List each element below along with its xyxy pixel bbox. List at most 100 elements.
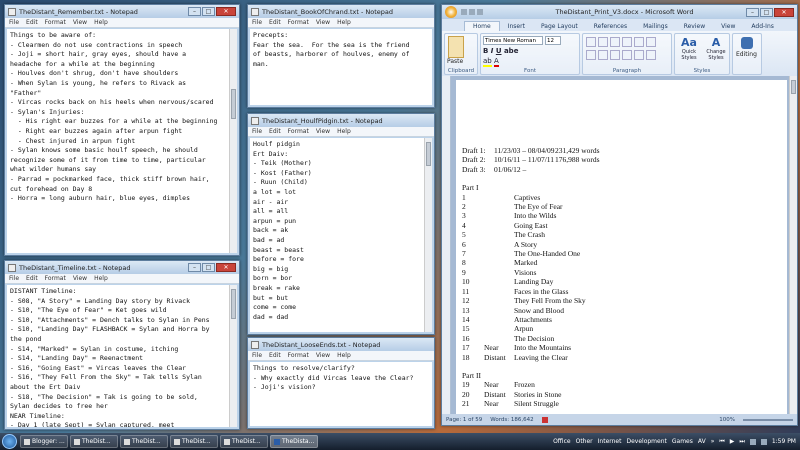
- align-left-icon[interactable]: [586, 50, 596, 60]
- save-icon[interactable]: [461, 9, 467, 15]
- scrollbar[interactable]: [229, 29, 237, 253]
- text-area[interactable]: DISTANT Timeline: - S08, "A Story" = Land…: [7, 285, 229, 427]
- tab-references[interactable]: References: [586, 22, 635, 31]
- close-button[interactable]: ✕: [216, 7, 236, 16]
- underline-button[interactable]: U: [496, 47, 502, 55]
- minimize-button[interactable]: –: [188, 263, 201, 272]
- scroll-thumb[interactable]: [231, 89, 236, 119]
- align-center-icon[interactable]: [598, 50, 608, 60]
- task-notepad-3[interactable]: TheDist...: [170, 435, 218, 448]
- task-notepad-2[interactable]: TheDist...: [120, 435, 168, 448]
- title-bar[interactable]: TheDistant_Timeline.txt - Notepad – □ ✕: [5, 261, 239, 274]
- justify-icon[interactable]: [622, 50, 632, 60]
- close-button[interactable]: ✕: [216, 263, 236, 272]
- menu-help[interactable]: Help: [337, 352, 351, 359]
- shading-icon[interactable]: [646, 50, 656, 60]
- title-bar[interactable]: TheDistant_Remember.txt - Notepad – □ ✕: [5, 5, 239, 18]
- undo-icon[interactable]: [469, 9, 475, 15]
- zoom-level[interactable]: 100%: [719, 417, 735, 423]
- editing-group[interactable]: Editing: [732, 33, 762, 75]
- scroll-thumb[interactable]: [231, 289, 236, 319]
- menu-view[interactable]: View: [73, 19, 87, 26]
- document-page[interactable]: Draft 1: 11/23/03 – 08/04/09 231,429 words…: [456, 80, 787, 414]
- menu-file[interactable]: File: [252, 128, 262, 135]
- toolbar-development[interactable]: Development: [626, 438, 666, 445]
- toolbar-internet[interactable]: Internet: [598, 438, 622, 445]
- menu-view[interactable]: View: [316, 352, 330, 359]
- media-play-icon[interactable]: ▶: [730, 438, 735, 445]
- minimize-button[interactable]: –: [188, 7, 201, 16]
- italic-button[interactable]: I: [491, 47, 494, 55]
- menu-help[interactable]: Help: [94, 275, 108, 282]
- proofing-icon[interactable]: [541, 416, 548, 423]
- tab-home[interactable]: Home: [464, 21, 500, 31]
- scroll-thumb[interactable]: [426, 142, 431, 166]
- volume-icon[interactable]: [749, 438, 756, 445]
- paste-button[interactable]: [448, 36, 464, 58]
- media-next-icon[interactable]: ⏭: [739, 438, 744, 446]
- task-notepad-4[interactable]: TheDist...: [220, 435, 268, 448]
- menu-edit[interactable]: Edit: [269, 128, 281, 135]
- title-bar[interactable]: TheDistant_BookOfChrand.txt - Notepad: [248, 5, 434, 18]
- scrollbar[interactable]: [229, 285, 237, 427]
- font-size-select[interactable]: 12: [545, 36, 561, 45]
- word-count[interactable]: Words: 186,642: [490, 417, 533, 423]
- text-area[interactable]: Things to be aware of: - Clearmen do not …: [7, 29, 229, 253]
- redo-icon[interactable]: [477, 9, 483, 15]
- menu-edit[interactable]: Edit: [26, 275, 38, 282]
- numbering-icon[interactable]: [598, 37, 608, 47]
- text-area[interactable]: Houlf pidgin Ert Daiv: - Teik (Mother) - Ko…: [250, 138, 424, 332]
- tray-chevron-icon[interactable]: »: [711, 438, 715, 445]
- menu-file[interactable]: File: [252, 19, 262, 26]
- menu-help[interactable]: Help: [94, 19, 108, 26]
- text-area[interactable]: Precepts: Fear the sea. For the sea is th…: [250, 29, 432, 105]
- task-blogger[interactable]: Blogger: ...: [20, 435, 68, 448]
- align-right-icon[interactable]: [610, 50, 620, 60]
- office-button[interactable]: [445, 6, 457, 18]
- maximize-button[interactable]: □: [202, 7, 215, 16]
- title-bar[interactable]: TheDistant_LooseEnds.txt - Notepad: [248, 338, 434, 351]
- page-count[interactable]: Page: 1 of 59: [446, 417, 482, 423]
- scrollbar[interactable]: [424, 138, 432, 332]
- zoom-slider[interactable]: [743, 418, 793, 421]
- highlight-button[interactable]: ab: [483, 57, 492, 67]
- menu-file[interactable]: File: [9, 275, 19, 282]
- menu-format[interactable]: Format: [45, 19, 66, 26]
- change-styles-button[interactable]: A Change Styles: [703, 36, 729, 64]
- bullets-icon[interactable]: [586, 37, 596, 47]
- toolbar-games[interactable]: Games: [672, 438, 693, 445]
- toolbar-other[interactable]: Other: [576, 438, 593, 445]
- maximize-button[interactable]: □: [760, 7, 773, 17]
- scroll-thumb[interactable]: [791, 80, 796, 94]
- tab-view[interactable]: View: [713, 22, 743, 31]
- menu-format[interactable]: Format: [288, 128, 309, 135]
- font-name-select[interactable]: Times New Roman: [483, 36, 543, 45]
- title-bar[interactable]: TheDistant_HoulfPidgin.txt - Notepad: [248, 114, 434, 127]
- sort-icon[interactable]: [634, 37, 644, 47]
- tab-add-ins[interactable]: Add-Ins: [743, 22, 781, 31]
- tab-mailings[interactable]: Mailings: [635, 22, 676, 31]
- line-spacing-icon[interactable]: [634, 50, 644, 60]
- maximize-button[interactable]: □: [202, 263, 215, 272]
- menu-file[interactable]: File: [252, 352, 262, 359]
- text-area[interactable]: Things to resolve/clarify? - Why exactly …: [250, 362, 432, 426]
- toolbar-av[interactable]: AV: [698, 438, 706, 445]
- indent-icon[interactable]: [622, 37, 632, 47]
- network-icon[interactable]: [760, 438, 767, 445]
- tab-review[interactable]: Review: [676, 22, 713, 31]
- menu-help[interactable]: Help: [337, 19, 351, 26]
- outdent-icon[interactable]: [610, 37, 620, 47]
- menu-view[interactable]: View: [316, 128, 330, 135]
- menu-view[interactable]: View: [316, 19, 330, 26]
- strikethrough-button[interactable]: abe: [504, 47, 518, 55]
- menu-format[interactable]: Format: [45, 275, 66, 282]
- vertical-scrollbar[interactable]: [789, 76, 797, 414]
- menu-format[interactable]: Format: [288, 352, 309, 359]
- font-color-button[interactable]: A: [493, 57, 499, 67]
- menu-edit[interactable]: Edit: [269, 19, 281, 26]
- tab-page-layout[interactable]: Page Layout: [533, 22, 586, 31]
- menu-edit[interactable]: Edit: [269, 352, 281, 359]
- bold-button[interactable]: B: [483, 47, 488, 55]
- menu-view[interactable]: View: [73, 275, 87, 282]
- pilcrow-icon[interactable]: [646, 37, 656, 47]
